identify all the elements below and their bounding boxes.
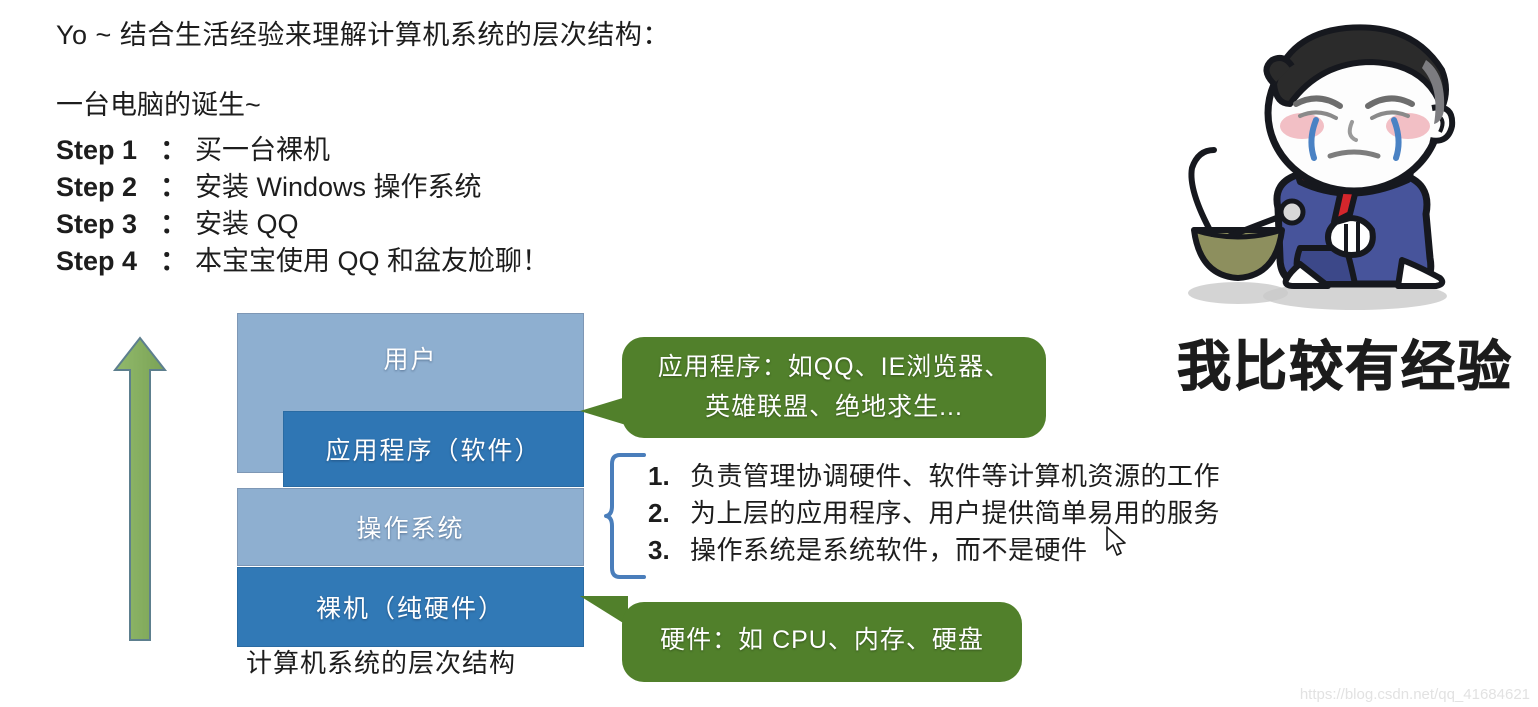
callout-application: 应用程序：如QQ、IE浏览器、 英雄联盟、绝地求生... xyxy=(622,337,1046,438)
step-text: 买一台裸机 xyxy=(195,135,330,165)
list-item: Step 1 ： 买一台裸机 xyxy=(56,132,756,169)
step-text: 本宝宝使用 QQ 和盆友尬聊！ xyxy=(195,246,550,276)
mouse-cursor-icon xyxy=(1106,526,1126,556)
step-colon: ： xyxy=(160,172,187,202)
step-text: 安装 QQ xyxy=(195,209,299,239)
step-colon: ： xyxy=(160,135,187,165)
section-subtitle: 一台电脑的诞生~ xyxy=(56,90,261,120)
note-number: 3. xyxy=(648,535,670,565)
os-notes-list: 1. 负责管理协调硬件、软件等计算机资源的工作 2. 为上层的应用程序、用户提供… xyxy=(648,458,1348,569)
layer-hardware-label: 裸机（纯硬件） xyxy=(315,595,505,623)
curly-brace-icon xyxy=(604,453,646,579)
layer-bare-machine: 裸机（纯硬件） xyxy=(237,567,584,647)
layer-app-label: 应用程序（软件） xyxy=(325,437,542,465)
upward-arrow-icon xyxy=(112,336,168,641)
step-key: Step 4 xyxy=(56,246,138,276)
diagram-caption: 计算机系统的层次结构 xyxy=(246,648,517,678)
step-text: 安装 Windows 操作系统 xyxy=(195,172,482,202)
layer-stack-diagram: 用户 操作系统 裸机（纯硬件） 应用程序（软件） xyxy=(237,313,584,647)
step-key: Step 1 xyxy=(56,135,138,165)
layer-os-label: 操作系统 xyxy=(356,515,465,543)
step-colon: ： xyxy=(160,209,187,239)
note-text: 负责管理协调硬件、软件等计算机资源的工作 xyxy=(690,461,1221,491)
step-colon: ： xyxy=(160,246,187,276)
callout-application-line1: 应用程序：如QQ、IE浏览器、 xyxy=(657,353,1011,381)
step-list: Step 1 ： 买一台裸机 Step 2 ： 安装 Windows 操作系统 … xyxy=(56,132,756,280)
layer-operating-system: 操作系统 xyxy=(237,488,584,566)
meme-caption: 我比较有经验 xyxy=(1177,337,1513,398)
callout-hardware-line1: 硬件：如 CPU、内存、硬盘 xyxy=(660,626,984,654)
list-item: 3. 操作系统是系统软件，而不是硬件 xyxy=(648,532,1348,569)
note-number: 1. xyxy=(648,461,670,491)
note-number: 2. xyxy=(648,498,670,528)
callout-hardware: 硬件：如 CPU、内存、硬盘 xyxy=(622,602,1022,682)
step-key: Step 3 xyxy=(56,209,138,239)
layer-application: 应用程序（软件） xyxy=(283,411,584,487)
step-key: Step 2 xyxy=(56,172,138,202)
list-item: 1. 负责管理协调硬件、软件等计算机资源的工作 xyxy=(648,458,1348,495)
list-item: Step 2 ： 安装 Windows 操作系统 xyxy=(56,169,756,206)
callout-tail-application xyxy=(580,397,626,425)
list-item: 2. 为上层的应用程序、用户提供简单易用的服务 xyxy=(648,495,1348,532)
layer-user-label: 用户 xyxy=(383,346,438,374)
slide-canvas: Yo ~ 结合生活经验来理解计算机系统的层次结构： 一台电脑的诞生~ Step … xyxy=(0,0,1538,707)
callout-tail-hardware xyxy=(580,596,628,626)
watermark: https://blog.csdn.net/qq_41684621 xyxy=(1299,686,1530,703)
page-title: Yo ~ 结合生活经验来理解计算机系统的层次结构： xyxy=(56,20,670,50)
list-item: Step 4 ： 本宝宝使用 QQ 和盆友尬聊！ xyxy=(56,243,756,280)
note-text: 为上层的应用程序、用户提供简单易用的服务 xyxy=(690,498,1221,528)
list-item: Step 3 ： 安装 QQ xyxy=(56,206,756,243)
note-text: 操作系统是系统软件，而不是硬件 xyxy=(690,535,1088,565)
callout-application-line2: 英雄联盟、绝地求生... xyxy=(705,393,963,421)
